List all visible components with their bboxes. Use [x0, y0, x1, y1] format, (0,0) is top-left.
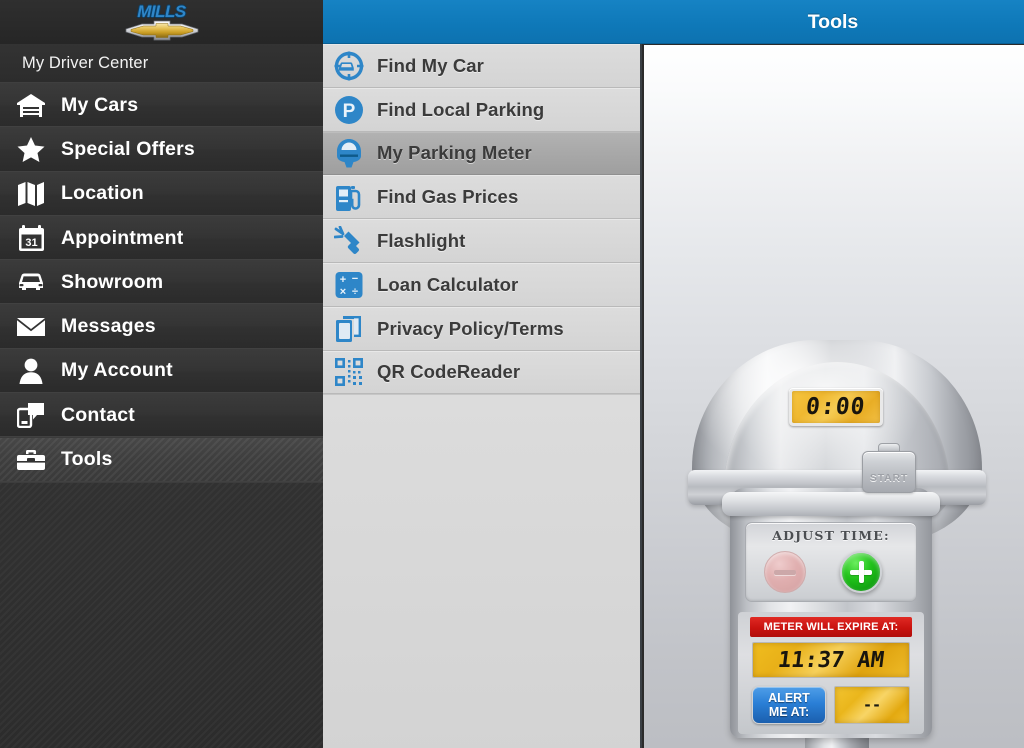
meter-time-lcd-screen: 0:00: [792, 391, 880, 423]
sidebar-item-showroom[interactable]: Showroom: [0, 260, 323, 305]
calendar-31-icon: 31: [12, 223, 50, 253]
calculator-icon: + − × ÷: [332, 270, 365, 300]
parking-meter-icon: [332, 138, 365, 168]
tool-item-label: Find Gas Prices: [377, 186, 519, 208]
sidebar-item-contact[interactable]: Contact: [0, 393, 323, 438]
sidebar-item-my-cars[interactable]: My Cars: [0, 83, 323, 128]
car-front-icon: [12, 267, 50, 297]
sidebar-item-label: Location: [61, 182, 144, 205]
gas-pump-icon: [332, 182, 365, 212]
svg-text:+: +: [339, 274, 345, 286]
sidebar-item-label: Messages: [61, 315, 156, 338]
parking-meter-graphic: 0:00 START ADJUST TIME: METER WILL EXPIR…: [688, 340, 986, 748]
expire-time-display: 11:37 AM: [752, 642, 910, 678]
meter-body-top-lip: [722, 492, 940, 516]
alert-button-line1: ALERT: [768, 691, 810, 705]
sidebar-item-label: My Cars: [61, 93, 139, 116]
adjust-time-label: ADJUST TIME:: [772, 528, 890, 543]
page-title: Tools: [807, 10, 859, 33]
sidebar-item-my-account[interactable]: My Account: [0, 348, 323, 394]
content-panel: 0:00 START ADJUST TIME: METER WILL EXPIR…: [644, 45, 1024, 748]
tool-item-label: Privacy Policy/Terms: [377, 317, 564, 339]
star-icon: [12, 134, 50, 164]
sidebar-item-label: Appointment: [61, 226, 184, 249]
sidebar-item-location[interactable]: Location: [0, 171, 323, 216]
tool-item-find-my-car[interactable]: Find My Car: [323, 44, 640, 88]
svg-text:31: 31: [25, 237, 37, 249]
alert-time-value: --: [862, 696, 882, 714]
sidebar-item-label: Special Offers: [61, 137, 195, 160]
envelope-icon: [12, 312, 50, 342]
garage-icon: [12, 90, 50, 120]
tool-item-find-gas-prices[interactable]: Find Gas Prices: [323, 175, 640, 220]
person-icon: [12, 356, 50, 386]
sidebar-item-label: My Account: [61, 359, 173, 382]
qr-code-icon: [332, 357, 365, 387]
adjust-time-panel: ADJUST TIME:: [745, 522, 917, 602]
meter-time-value: 0:00: [804, 394, 868, 420]
sidebar-empty-area: [0, 481, 323, 748]
tool-item-my-parking-meter[interactable]: My Parking Meter: [323, 131, 640, 176]
expire-time-value: 11:37 AM: [776, 647, 886, 673]
sidebar-item-label: Showroom: [61, 270, 164, 293]
left-sidebar: MILLS My Driver Center My Cars Special O…: [0, 0, 323, 748]
tools-menu-items: Find My Car P Find Local Parking My Parking…: [323, 44, 640, 395]
flashlight-icon: [332, 226, 365, 256]
sidebar-item-appointment[interactable]: 31 Appointment: [0, 215, 323, 261]
toolbox-icon: [12, 445, 50, 475]
tool-item-label: Find My Car: [377, 54, 484, 76]
tool-item-label: Find Local Parking: [377, 98, 545, 120]
expire-banner: METER WILL EXPIRE AT:: [750, 617, 912, 637]
tool-item-label: Flashlight: [377, 230, 466, 252]
documents-icon: [332, 314, 365, 344]
tool-item-label: QR CodeReader: [377, 361, 521, 383]
top-header-bar: Tools: [323, 0, 1024, 44]
sidebar-item-label: Contact: [61, 403, 135, 426]
app-window: MILLS My Driver Center My Cars Special O…: [0, 0, 1024, 748]
sidebar-item-tools[interactable]: Tools: [0, 437, 323, 482]
map-icon: [12, 179, 50, 209]
driver-center-label: My Driver Center: [22, 53, 149, 72]
sidebar-nav: My Cars Special Offers Location 31 Appointme…: [0, 83, 323, 482]
increase-time-button[interactable]: [840, 551, 882, 593]
tool-item-loan-calculator[interactable]: + − × ÷ Loan Calculator: [323, 262, 640, 307]
tool-item-privacy-policy-terms[interactable]: Privacy Policy/Terms: [323, 306, 640, 351]
tool-item-qr-codereader[interactable]: QR CodeReader: [323, 350, 640, 395]
alert-me-at-button[interactable]: ALERT ME AT:: [752, 686, 826, 724]
tools-list-empty-area: [323, 394, 640, 748]
start-button[interactable]: START: [862, 443, 916, 493]
tool-item-label: Loan Calculator: [377, 273, 519, 295]
meter-time-display: 0:00: [789, 388, 883, 426]
chevrolet-bowtie-icon: [124, 19, 200, 41]
expiration-panel: METER WILL EXPIRE AT: 11:37 AM ALERT ME …: [738, 612, 924, 734]
my-driver-center-header: My Driver Center: [0, 44, 323, 83]
mills-logo: MILLS: [120, 1, 204, 43]
svg-text:×: ×: [339, 286, 345, 298]
brand-header: MILLS: [0, 0, 323, 44]
start-button-label: START: [869, 472, 909, 484]
minus-icon: [774, 561, 796, 583]
tools-menu-list[interactable]: Find My Car P Find Local Parking My Parking…: [323, 44, 642, 748]
alert-time-display[interactable]: --: [834, 686, 910, 724]
phone-chat-icon: [12, 400, 50, 430]
sidebar-item-special-offers[interactable]: Special Offers: [0, 127, 323, 172]
start-button-body: START: [862, 451, 916, 493]
tool-item-flashlight[interactable]: Flashlight: [323, 219, 640, 263]
sidebar-item-label: Tools: [61, 448, 113, 471]
sidebar-item-messages[interactable]: Messages: [0, 304, 323, 349]
svg-text:P: P: [342, 101, 355, 122]
decrease-time-button[interactable]: [764, 551, 806, 593]
tool-item-label: My Parking Meter: [377, 142, 532, 164]
alert-button-line2: ME AT:: [768, 705, 810, 719]
svg-text:÷: ÷: [351, 286, 357, 298]
tool-item-find-local-parking[interactable]: P Find Local Parking: [323, 87, 640, 132]
car-locate-icon: [332, 51, 365, 81]
plus-icon: [850, 561, 872, 583]
parking-p-icon: P: [332, 95, 365, 125]
svg-text:−: −: [351, 273, 357, 285]
